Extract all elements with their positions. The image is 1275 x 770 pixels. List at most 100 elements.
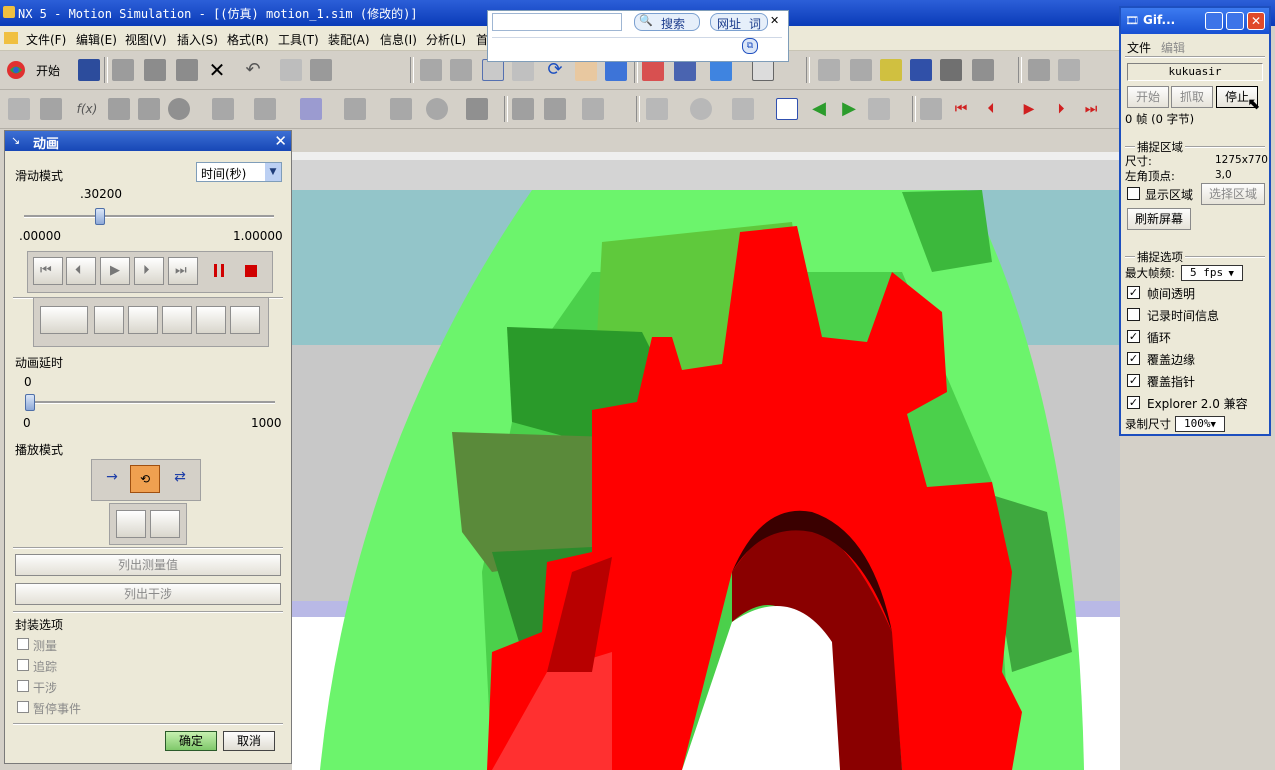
menu-view[interactable]: 视图(V) [125, 31, 167, 48]
delete-icon[interactable]: ✕ [206, 59, 228, 81]
list-measurements-button[interactable]: 列出测量值 [15, 554, 281, 576]
export-icon[interactable] [972, 59, 994, 81]
function-icon[interactable]: f(x) [76, 98, 98, 120]
copy-icon[interactable] [144, 59, 166, 81]
gif-capture-button[interactable]: 抓取 [1171, 86, 1213, 108]
play-icon[interactable]: ▶ [1018, 98, 1040, 120]
pan-icon[interactable] [575, 59, 597, 81]
measure-checkbox[interactable] [17, 638, 29, 650]
paste-icon[interactable] [176, 59, 198, 81]
maximize-icon[interactable] [1226, 12, 1244, 30]
trace-checkbox[interactable] [17, 659, 29, 671]
play-once-button[interactable]: → [98, 469, 126, 491]
first-frame-button[interactable]: ⏮ [33, 257, 63, 285]
tracer-icon[interactable] [690, 98, 712, 120]
render-style-icon[interactable] [710, 59, 732, 81]
capture-option-checkbox[interactable]: ✓ [1127, 352, 1140, 365]
graph-icon[interactable] [646, 98, 668, 120]
search-input[interactable] [492, 13, 622, 31]
gear-joint-icon[interactable] [168, 98, 190, 120]
step-forward-button[interactable]: ⏵ [134, 257, 164, 285]
capture-option-checkbox[interactable]: ✓ [1127, 396, 1140, 409]
interference-checkbox[interactable] [17, 680, 29, 692]
dialog-pin-icon[interactable]: ↘ [11, 134, 20, 147]
record-size-select[interactable]: 100%▼ [1175, 416, 1225, 432]
force-icon[interactable] [300, 98, 322, 120]
loop-icon[interactable] [868, 98, 890, 120]
interference-tool-button[interactable] [128, 306, 158, 334]
menu-information[interactable]: 信息(I) [380, 31, 417, 48]
gif-start-button[interactable]: 开始 [1127, 86, 1169, 108]
path-mode-b-button[interactable] [150, 510, 180, 538]
damper-icon[interactable] [138, 98, 160, 120]
bushing-icon[interactable] [212, 98, 234, 120]
last-frame-button[interactable]: ⏭ [168, 257, 198, 285]
gif-close-icon[interactable]: ✕ [1247, 12, 1265, 30]
zoom-in-out-icon[interactable] [512, 59, 534, 81]
results-icon[interactable] [940, 59, 962, 81]
start-button[interactable]: 开始 [6, 59, 70, 81]
menu-tools[interactable]: 工具(T) [278, 31, 319, 48]
capture-option-checkbox[interactable] [1127, 308, 1140, 321]
menu-analysis[interactable]: 分析(L) [426, 31, 466, 48]
step-back-button[interactable]: ⏴ [66, 257, 96, 285]
cam-icon[interactable] [512, 98, 534, 120]
motion-icon[interactable] [880, 59, 902, 81]
layer-icon[interactable] [674, 59, 696, 81]
arrow-right-icon[interactable]: ▶ [838, 98, 860, 120]
marker-icon[interactable] [390, 98, 412, 120]
undo-icon[interactable]: ↶ [242, 59, 264, 81]
play-pingpong-button[interactable]: ⇄ [166, 469, 194, 491]
popup-text-area[interactable] [492, 37, 782, 58]
table-icon[interactable] [776, 98, 798, 120]
first-frame-icon[interactable]: ⏮ [950, 98, 972, 120]
contact-tool-button[interactable] [162, 306, 192, 334]
fit-view-icon[interactable] [420, 59, 442, 81]
slot-icon[interactable] [544, 98, 566, 120]
zoom-icon[interactable] [482, 59, 504, 81]
cut-icon[interactable] [112, 59, 134, 81]
show-area-checkbox[interactable] [1127, 187, 1140, 200]
explode-tool-button[interactable] [230, 306, 260, 334]
sensor-icon[interactable] [426, 98, 448, 120]
last-frame-icon[interactable]: ⏭ [1080, 98, 1102, 120]
measure-tool-button[interactable] [40, 306, 88, 334]
contact-icon[interactable] [254, 98, 276, 120]
capture-option-checkbox[interactable]: ✓ [1127, 286, 1140, 299]
pause-button[interactable] [208, 260, 230, 282]
gif-menu-file[interactable]: 文件 [1127, 39, 1151, 56]
play-loop-button[interactable]: ⟲ [130, 465, 160, 493]
play-button[interactable]: ▶ [100, 257, 130, 285]
constraint-icon[interactable] [466, 98, 488, 120]
max-fps-select[interactable]: 5 fps ▼ [1181, 265, 1243, 281]
select-area-button[interactable]: 选择区域 [1201, 183, 1265, 205]
popup-close-icon[interactable]: ✕ [770, 14, 779, 27]
delay-slider-track[interactable] [27, 401, 275, 404]
grid-icon[interactable] [920, 98, 942, 120]
slide-mode-select[interactable]: 时间(秒) ▼ [196, 162, 282, 182]
selection-icon[interactable] [310, 59, 332, 81]
time-slider-track[interactable] [24, 215, 274, 218]
close-icon[interactable]: ✕ [274, 132, 287, 150]
gif-menu-edit[interactable]: 编辑 [1161, 39, 1185, 56]
gif-name-field[interactable]: kukuasir [1127, 63, 1263, 81]
time-slider-thumb[interactable] [94, 208, 105, 225]
ok-button[interactable]: 确定 [165, 731, 217, 751]
prev-frame-icon[interactable]: ⏴ [980, 98, 1002, 120]
link-icon[interactable] [40, 98, 62, 120]
path-mode-a-button[interactable] [116, 510, 146, 538]
refresh-screen-button[interactable]: 刷新屏幕 [1127, 208, 1191, 230]
address-button[interactable]: 网址 词 [710, 13, 768, 31]
capture-option-checkbox[interactable]: ✓ [1127, 374, 1140, 387]
analysis-icon[interactable] [818, 59, 840, 81]
capture-option-checkbox[interactable]: ✓ [1127, 330, 1140, 343]
pause-event-checkbox[interactable] [17, 701, 29, 713]
properties-icon[interactable] [280, 59, 302, 81]
menu-insert[interactable]: 插入(S) [177, 31, 218, 48]
spring-icon[interactable] [108, 98, 130, 120]
list-interference-button[interactable]: 列出干涉 [15, 583, 281, 605]
zoom-window-icon[interactable] [450, 59, 472, 81]
angle-icon[interactable] [1058, 59, 1080, 81]
cancel-button[interactable]: 取消 [223, 731, 275, 751]
interference-icon[interactable] [732, 98, 754, 120]
